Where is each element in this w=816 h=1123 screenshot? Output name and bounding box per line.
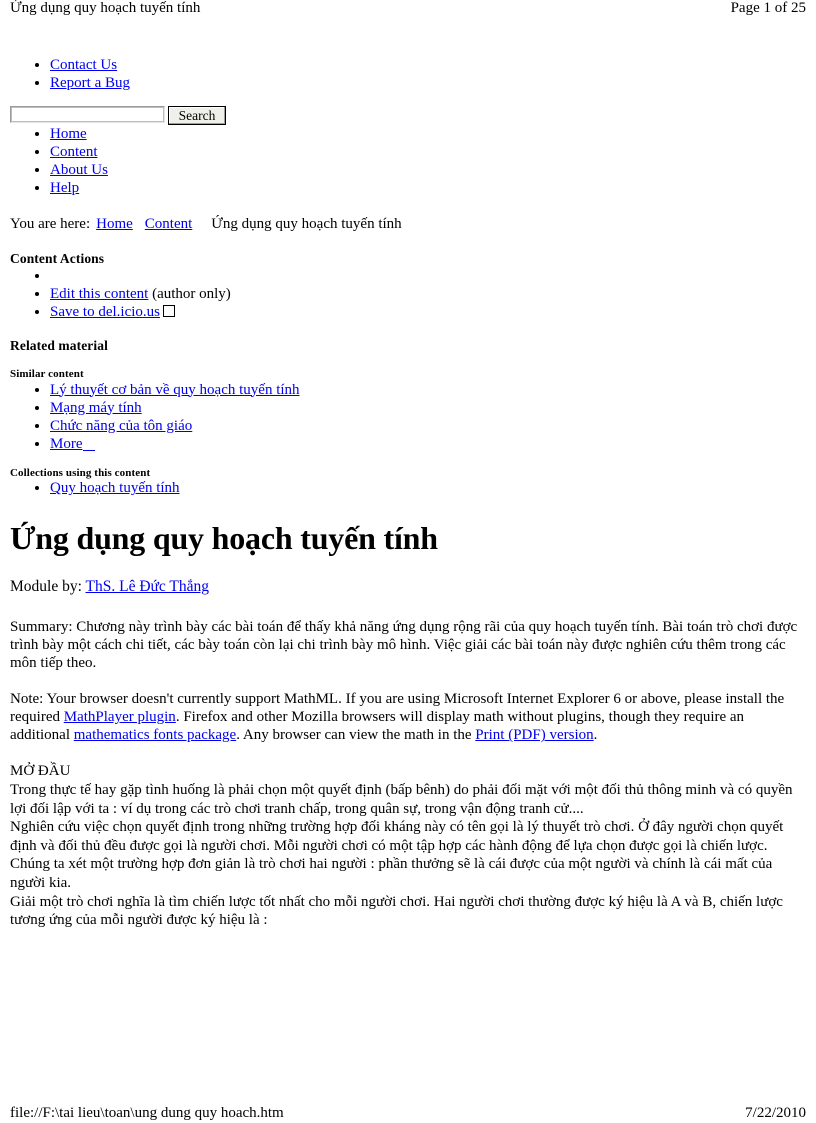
- module-summary: Summary: Chương này trình bày các bài to…: [10, 618, 806, 672]
- edit-this-content-link[interactable]: Edit this content: [50, 286, 148, 302]
- similar-content-list: Lý thuyết cơ bản về quy hoạch tuyến tính…: [10, 381, 806, 453]
- note-part-3: . Any browser can view the math in the: [236, 727, 476, 744]
- print-header: Ứng dụng quy hoạch tuyến tính Page 1 of …: [10, 0, 806, 22]
- mathematics-fonts-package-link[interactable]: mathematics fonts package: [74, 727, 236, 743]
- nav-link-home[interactable]: Home: [50, 126, 87, 142]
- note-part-4: .: [593, 727, 598, 744]
- nav-item-content: Content: [50, 143, 806, 161]
- nav-item-about-us: About Us: [50, 161, 806, 179]
- print-header-title: Ứng dụng quy hoạch tuyến tính: [10, 0, 201, 16]
- body-paragraph-1: Trong thực tế hay gặp tình huống là phải…: [10, 781, 793, 817]
- nav-link-about-us[interactable]: About Us: [50, 162, 108, 178]
- save-to-delicious-link[interactable]: Save to del.icio.us: [50, 304, 160, 320]
- breadcrumb-current: Ứng dụng quy hoạch tuyến tính: [211, 216, 402, 232]
- nav-link-content[interactable]: Content: [50, 144, 98, 160]
- collection-link-quy-hoach-tuyen-tinh[interactable]: Quy hoạch tuyến tính: [50, 480, 180, 496]
- summary-label: Summary:: [10, 619, 73, 636]
- print-footer-date: 7/22/2010: [745, 1105, 806, 1121]
- similar-link-ly-thuyet-co-ban[interactable]: Lý thuyết cơ bản về quy hoạch tuyến tính: [50, 382, 300, 398]
- contact-us-link[interactable]: Contact Us: [50, 57, 117, 73]
- collections-heading: Collections using this content: [10, 466, 151, 479]
- list-item: Chức năng của tôn giáo: [50, 417, 806, 435]
- list-item: Lý thuyết cơ bản về quy hoạch tuyến tính: [50, 381, 806, 399]
- module-by-label: Module by:: [10, 578, 82, 596]
- body-paragraph-3: Chúng ta xét một trường hợp đơn giản là …: [10, 856, 773, 891]
- module-author-link[interactable]: ThS. Lê Đức Thắng: [86, 578, 209, 595]
- site-navigation-list: Home Content About Us Help: [10, 125, 806, 197]
- page-title: Ứng dụng quy hoạch tuyến tính: [10, 520, 438, 557]
- similar-link-mang-may-tinh[interactable]: Mạng máy tính: [50, 400, 142, 416]
- more-label: More: [50, 435, 83, 452]
- more-arrow-icon: [82, 437, 95, 451]
- breadcrumb-prefix: You are here:: [10, 216, 91, 232]
- report-a-bug-link[interactable]: Report a Bug: [50, 75, 130, 91]
- similar-link-more[interactable]: More: [50, 436, 95, 452]
- page-content: Contact Us Report a Bug Search Home Cont…: [10, 56, 806, 930]
- collections-list: Quy hoạch tuyến tính: [10, 479, 806, 497]
- list-item: Save to del.icio.us: [50, 303, 806, 321]
- print-footer: file://F:\tai lieu\toan\ung dung quy hoa…: [10, 1105, 806, 1123]
- list-item: Edit this content (author only): [50, 285, 806, 303]
- breadcrumb-link-home[interactable]: Home: [96, 216, 133, 232]
- list-item: Report a Bug: [50, 74, 806, 92]
- body-paragraph-4: Giải một trò chơi nghĩa là tìm chiến lượ…: [10, 893, 783, 929]
- edit-this-content-note: (author only): [148, 285, 231, 302]
- broken-image-icon: [162, 304, 175, 317]
- nav-link-help[interactable]: Help: [50, 180, 79, 196]
- related-material-heading: Related material: [10, 337, 108, 353]
- list-item-empty: [50, 267, 806, 285]
- search-form: Search: [10, 106, 806, 125]
- portal-links-list: Contact Us Report a Bug: [10, 56, 806, 92]
- print-header-page-number: Page 1 of 25: [730, 0, 806, 16]
- search-button[interactable]: Search: [168, 106, 226, 125]
- nav-item-home: Home: [50, 125, 806, 143]
- breadcrumb-link-content[interactable]: Content: [145, 216, 193, 232]
- content-actions-list: Edit this content (author only) Save to …: [10, 267, 806, 321]
- list-item: Mạng máy tính: [50, 399, 806, 417]
- print-footer-file-path: file://F:\tai lieu\toan\ung dung quy hoa…: [10, 1105, 284, 1121]
- nav-item-help: Help: [50, 179, 806, 197]
- search-input[interactable]: [10, 106, 165, 123]
- mathplayer-plugin-link[interactable]: MathPlayer plugin: [64, 709, 176, 725]
- similar-link-chuc-nang-ton-giao[interactable]: Chức năng của tôn giáo: [50, 418, 192, 434]
- list-item: Quy hoạch tuyến tính: [50, 479, 806, 497]
- list-item: Contact Us: [50, 56, 806, 74]
- list-item: More: [50, 435, 806, 453]
- mathml-note: Note: Your browser doesn't currently sup…: [10, 690, 806, 744]
- module-body: MỞ ĐẦU Trong thực tế hay gặp tình huống …: [10, 762, 806, 929]
- similar-content-heading: Similar content: [10, 367, 84, 380]
- body-paragraph-2: Nghiên cứu việc chọn quyết định trong nh…: [10, 819, 784, 854]
- summary-text: Chương này trình bày các bài toán để thấ…: [10, 619, 798, 672]
- content-actions-heading: Content Actions: [10, 250, 105, 266]
- section-heading-mo-dau: MỞ ĐẦU: [10, 763, 71, 780]
- print-pdf-version-link[interactable]: Print (PDF) version: [475, 727, 593, 743]
- module-byline: Module by: ThS. Lê Đức Thắng: [10, 578, 806, 596]
- breadcrumb: You are here: Home Content Ứng dụng quy hoạ…: [10, 216, 806, 234]
